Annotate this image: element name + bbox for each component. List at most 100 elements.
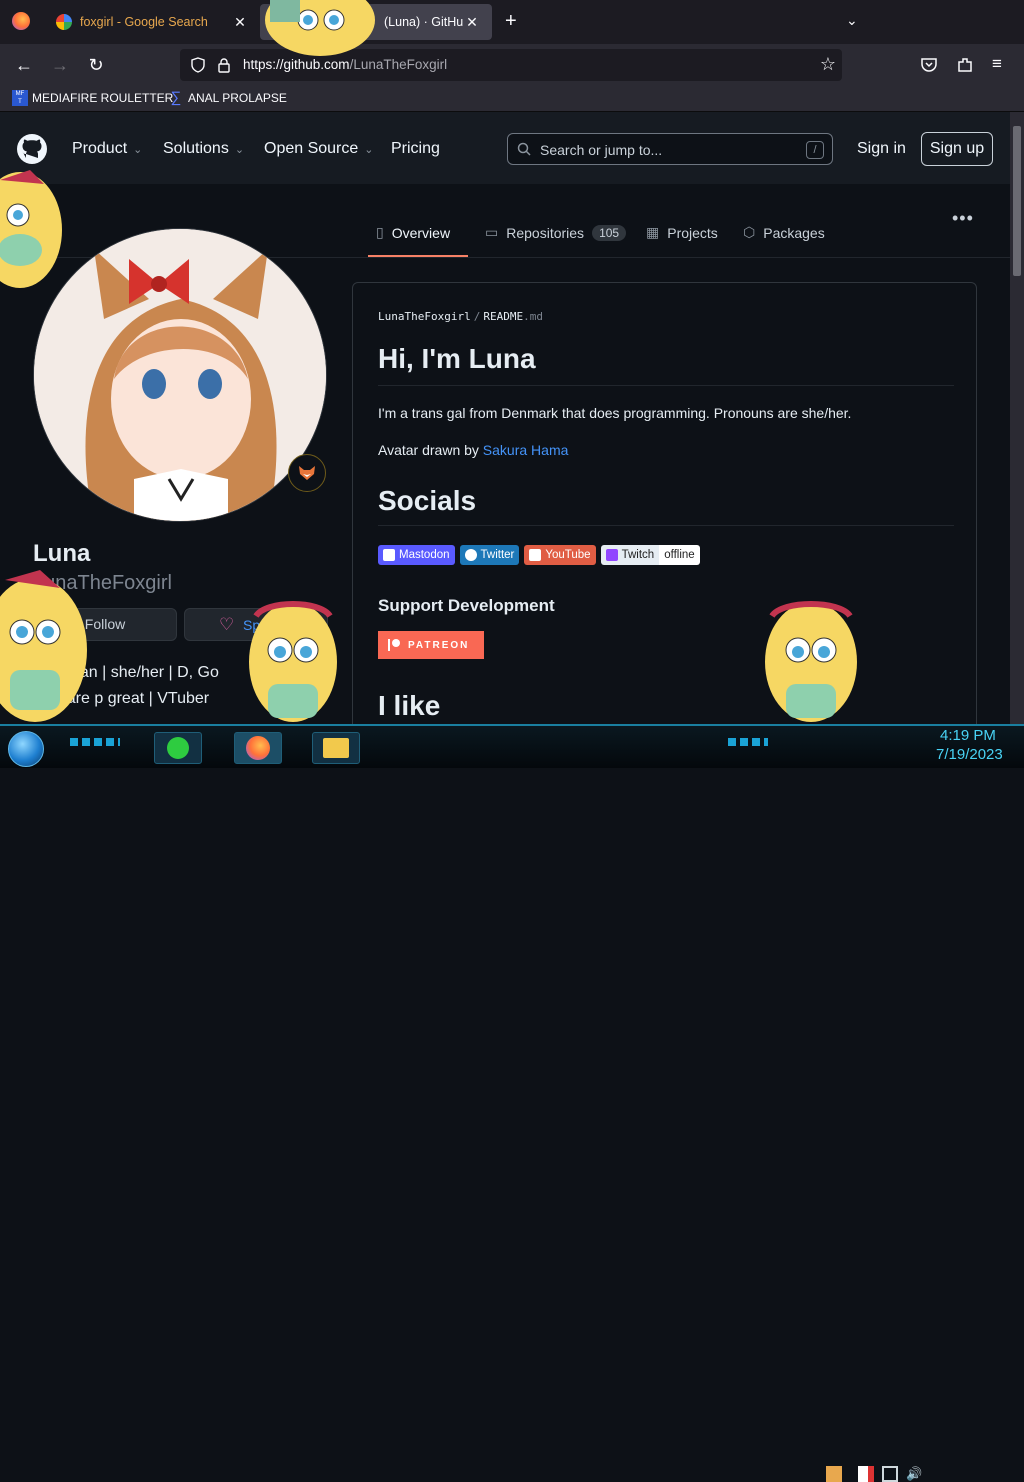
back-button[interactable]: ← <box>12 53 36 77</box>
badge-label: YouTube <box>545 549 591 561</box>
avatar[interactable] <box>33 228 327 522</box>
youtube-badge[interactable]: YouTube <box>524 545 596 565</box>
fox-icon <box>299 466 315 480</box>
browser-tab-bar: foxgirl - Google Search ✕ (Luna) · GitHu… <box>0 0 1024 44</box>
breadcrumb-separator: / <box>473 310 481 323</box>
github-header: Product ⌄ Solutions ⌄ Open Source ⌄ Pricing… <box>0 112 1010 184</box>
readme-crumb-file[interactable]: README <box>483 310 523 323</box>
twitter-icon <box>464 549 477 561</box>
browser-nav-bar: ← → ↻ https://github.com/LunaTheFoxgirl … <box>0 44 1024 86</box>
table-icon: ▦ <box>646 224 660 240</box>
tray-flag-icon[interactable] <box>858 1466 874 1482</box>
tab-projects[interactable]: ▦ Projects <box>646 224 718 241</box>
mascot-sticker-bottom-center <box>249 601 337 722</box>
badge-label: offline <box>664 549 695 561</box>
nav-label: Solutions <box>163 140 229 157</box>
twitter-badge[interactable]: Twitter <box>459 545 520 565</box>
readme-panel: LunaTheFoxgirl / README.md Hi, I'm Luna I'… <box>352 282 977 732</box>
mascot-sticker-left <box>0 170 62 288</box>
tray-app-icon[interactable] <box>826 1466 842 1482</box>
tab-label: Overview <box>391 224 451 241</box>
nav-solutions[interactable]: Solutions ⌄ <box>163 140 244 158</box>
clock-time[interactable]: 4:19 PM <box>940 727 996 744</box>
taskbar-app-firefox[interactable] <box>234 732 282 764</box>
github-logo-icon[interactable] <box>16 133 48 165</box>
search-input[interactable]: Search or jump to... / <box>507 133 833 165</box>
scrollbar-thumb[interactable] <box>1013 126 1021 276</box>
close-icon[interactable]: ✕ <box>232 14 248 31</box>
tab-packages[interactable]: ⬡ Packages <box>743 224 825 241</box>
twitch-status-badge: offline <box>659 545 700 565</box>
twitch-badge[interactable]: Twitch <box>600 545 660 565</box>
firefox-menu-icon[interactable] <box>12 12 30 30</box>
mascot-sticker-bottom-left <box>0 570 87 722</box>
sign-in-link[interactable]: Sign in <box>857 140 906 158</box>
youtube-icon <box>529 549 542 561</box>
taskbar-app-explorer[interactable] <box>312 732 360 764</box>
avatar-credit-prefix: Avatar drawn by <box>378 442 483 458</box>
taskbar-decoration <box>70 738 120 746</box>
shield-icon[interactable] <box>190 57 206 73</box>
nav-label: Open Source <box>264 140 359 157</box>
artist-link[interactable]: Sakura Hama <box>483 442 569 458</box>
heart-icon: ♡ <box>219 615 235 634</box>
package-icon: ⬡ <box>743 224 756 240</box>
extensions-icon[interactable] <box>956 56 974 74</box>
url-text[interactable]: https://github.com/LunaTheFoxgirl <box>243 57 447 72</box>
repo-count-badge: 105 <box>592 224 627 241</box>
tab-list-chevron-icon[interactable]: ⌄ <box>846 12 858 29</box>
readme-intro: I'm a trans gal from Denmark that does p… <box>378 405 852 421</box>
twitch-icon <box>605 549 618 561</box>
clock-date[interactable]: 7/19/2023 <box>936 746 1003 763</box>
reload-button[interactable]: ↻ <box>84 53 108 77</box>
notes-icon <box>167 737 189 759</box>
lock-icon[interactable] <box>216 57 232 73</box>
tab-repositories[interactable]: ▭ Repositories 105 <box>485 224 627 241</box>
badge-label: Twitter <box>480 549 515 561</box>
google-icon <box>56 14 72 30</box>
chevron-down-icon: ⌄ <box>133 143 143 156</box>
search-shortcut-key: / <box>806 141 824 159</box>
nav-open-source[interactable]: Open Source ⌄ <box>264 140 374 158</box>
mastodon-badge[interactable]: Mastodon <box>378 545 455 565</box>
bookmarks-bar: MF T MEDIAFIRE ROULETTER ∑ ANAL PROLAPSE <box>0 86 1024 112</box>
sign-up-button[interactable]: Sign up <box>921 132 993 166</box>
tab-label: Projects <box>667 224 718 241</box>
new-tab-button[interactable]: + <box>505 10 517 33</box>
bookmark-label: ANAL PROLAPSE <box>188 91 287 105</box>
more-options-icon[interactable]: ••• <box>952 208 974 229</box>
bookmark-star-icon[interactable]: ☆ <box>820 54 836 75</box>
mascot-sticker-bottom-right <box>765 601 857 722</box>
sigma-icon: ∑ <box>170 89 182 106</box>
nav-label: Pricing <box>391 140 440 157</box>
book-icon: ▯ <box>376 224 384 240</box>
i-like-heading: I like <box>378 690 441 721</box>
search-icon <box>517 142 531 156</box>
patreon-label: PATREON <box>408 639 470 651</box>
network-icon[interactable] <box>882 1466 898 1482</box>
tab-google-search[interactable]: foxgirl - Google Search ✕ <box>44 4 260 40</box>
socials-heading: Socials <box>378 485 954 526</box>
page-scrollbar[interactable] <box>1010 112 1024 724</box>
firefox-icon <box>246 736 270 760</box>
pocket-icon[interactable] <box>920 56 938 74</box>
bookmark-mediafire[interactable]: MF T MEDIAFIRE ROULETTER <box>12 90 173 106</box>
nav-product[interactable]: Product ⌄ <box>72 140 142 158</box>
close-icon[interactable]: ✕ <box>464 14 480 31</box>
bookmark-label: MEDIAFIRE ROULETTER <box>32 91 174 105</box>
tab-title: foxgirl - Google Search <box>80 15 208 29</box>
support-heading: Support Development <box>378 596 555 615</box>
hamburger-menu-icon[interactable]: ≡ <box>992 54 1002 74</box>
patreon-button[interactable]: PATREON <box>378 631 484 659</box>
status-badge[interactable] <box>288 454 326 492</box>
bookmark-sigma[interactable]: ∑ ANAL PROLAPSE <box>168 90 287 106</box>
avatar-illustration <box>34 229 326 521</box>
start-button[interactable] <box>8 731 44 767</box>
forward-button[interactable]: → <box>48 53 72 77</box>
chevron-down-icon: ⌄ <box>234 143 245 156</box>
volume-icon[interactable]: 🔊 <box>906 1466 922 1482</box>
taskbar-app-notes[interactable] <box>154 732 202 764</box>
readme-crumb-user[interactable]: LunaTheFoxgirl <box>378 310 471 323</box>
nav-pricing[interactable]: Pricing <box>391 140 440 158</box>
tab-overview[interactable]: ▯ Overview <box>376 224 450 241</box>
